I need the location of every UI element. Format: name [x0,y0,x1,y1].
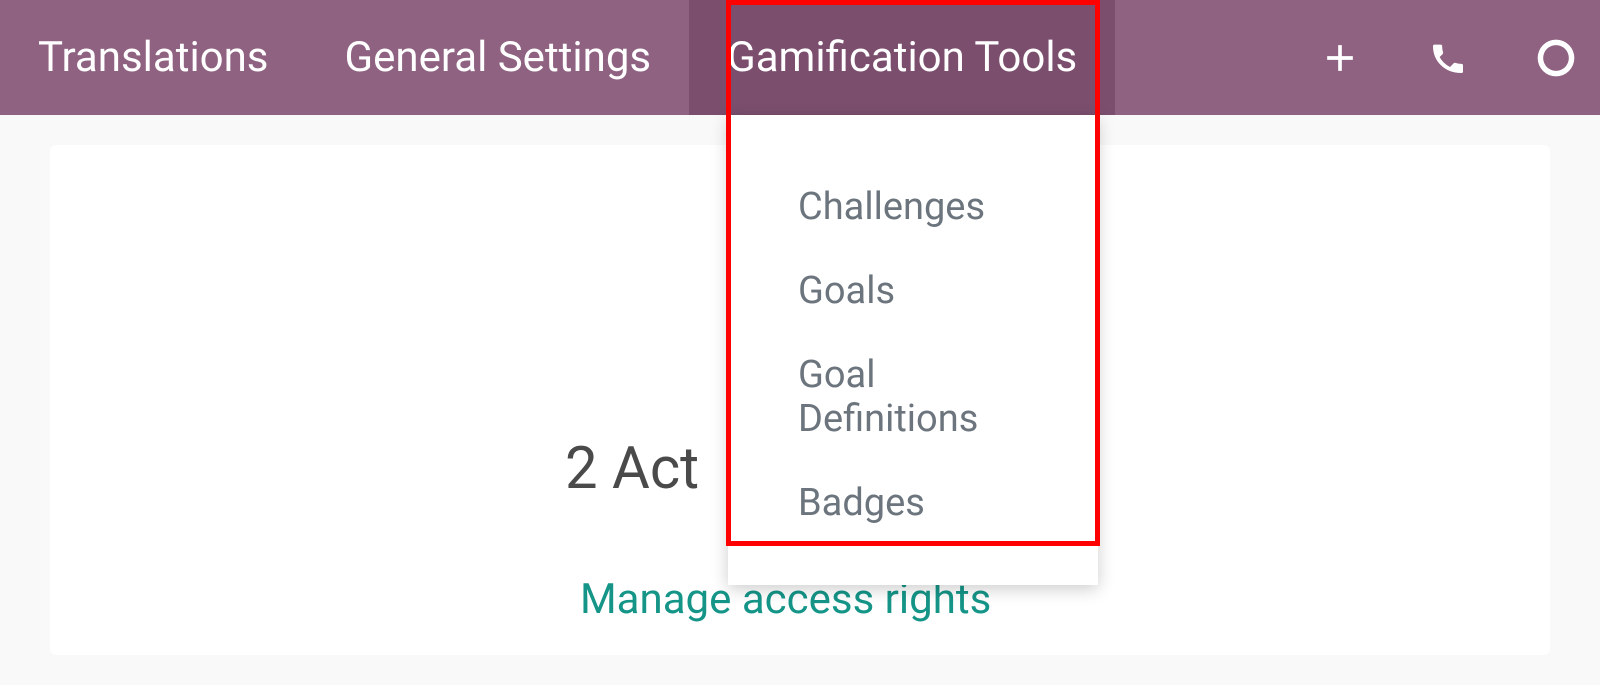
plus-icon[interactable] [1316,34,1364,82]
dropdown-label: Goals [798,269,895,313]
dropdown-label: Goal Definitions [798,353,978,441]
dropdown-item-goal-definitions[interactable]: Goal Definitions [728,333,1098,461]
main-text: 2 Act [565,435,699,503]
nav-item-gamification-tools[interactable]: Gamification Tools [689,0,1115,115]
nav-item-translations[interactable]: Translations [0,0,307,115]
nav-label: Translations [38,33,269,82]
dropdown-item-challenges[interactable]: Challenges [728,165,1098,249]
dropdown-item-goals[interactable]: Goals [728,249,1098,333]
dropdown-item-badges[interactable]: Badges [728,461,1098,545]
nav-item-general-settings[interactable]: General Settings [307,0,690,115]
dropdown-label: Badges [798,481,925,525]
nav-icons [1316,34,1600,82]
nav-label: General Settings [345,33,652,82]
circle-icon[interactable] [1532,34,1580,82]
gamification-dropdown: Challenges Goals Goal Definitions Badges [728,115,1098,585]
nav-label: Gamification Tools [727,33,1077,82]
dropdown-label: Challenges [798,185,985,229]
navbar: Translations General Settings Gamificati… [0,0,1600,115]
phone-icon[interactable] [1424,34,1472,82]
